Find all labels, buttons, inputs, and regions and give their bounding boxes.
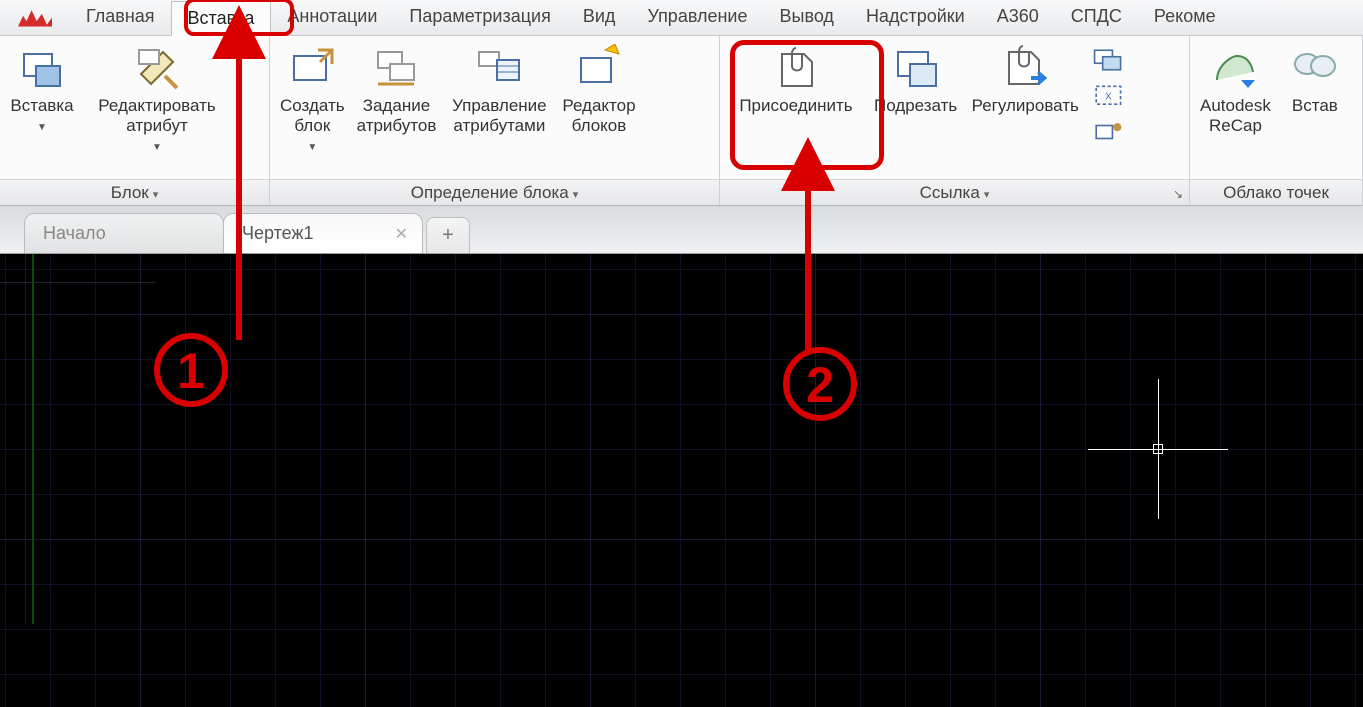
tab-spds[interactable]: СПДС xyxy=(1055,0,1138,35)
panel-blockdef: Создать блок ▼ Задание атрибутов Управле… xyxy=(270,36,720,205)
reference-dialog-launcher[interactable]: ↘ xyxy=(1173,187,1183,201)
snap-underlay-button[interactable] xyxy=(1089,116,1131,148)
panel-reference-title-label: Ссылка xyxy=(920,183,990,203)
tab-annotate[interactable]: Аннотации xyxy=(271,0,393,35)
reference-mini-buttons: X xyxy=(1089,42,1131,150)
tab-a360[interactable]: A360 xyxy=(981,0,1055,35)
panel-reference: Присоединить Подрезать Регулировать xyxy=(720,36,1190,205)
panel-pointcloud-title-label: Облако точек xyxy=(1223,183,1329,203)
pointcloud-insert-button[interactable]: Встав xyxy=(1279,42,1351,118)
edit-attribute-label: Редактировать атрибут xyxy=(98,96,215,136)
manage-attributes-label: Управление атрибутами xyxy=(452,96,547,136)
panel-pointcloud-title: Облако точек xyxy=(1190,179,1362,205)
insert-block-button[interactable]: Вставка ▼ xyxy=(6,42,78,140)
app-logo-icon xyxy=(18,9,52,27)
clip-icon xyxy=(892,44,940,92)
app-logo-slot xyxy=(0,0,70,35)
block-editor-icon xyxy=(575,44,623,92)
close-icon[interactable]: ✕ xyxy=(395,224,408,244)
panel-block: Вставка ▼ Редактировать атрибут ▼ Блок xyxy=(0,36,270,205)
recap-icon xyxy=(1211,44,1259,92)
adjust-icon xyxy=(1001,44,1049,92)
tab-insert[interactable]: Вставка xyxy=(171,1,272,36)
ucs-x-axis xyxy=(0,282,155,283)
pointcloud-insert-label: Встав xyxy=(1292,96,1338,116)
panel-block-title[interactable]: Блок xyxy=(0,179,269,205)
xref-frames-button[interactable]: X xyxy=(1089,80,1131,112)
tab-parametric[interactable]: Параметризация xyxy=(393,0,566,35)
create-block-button[interactable]: Создать блок ▼ xyxy=(276,42,349,160)
ucs-y-axis xyxy=(32,254,34,624)
new-tab-button[interactable]: + xyxy=(426,217,470,253)
tab-view[interactable]: Вид xyxy=(567,0,632,35)
doc-tab-drawing1[interactable]: Чертеж1 ✕ xyxy=(223,213,423,253)
tab-recommended[interactable]: Рекоме xyxy=(1138,0,1232,35)
tab-output[interactable]: Вывод xyxy=(764,0,850,35)
attach-label: Присоединить xyxy=(739,96,852,116)
edit-attribute-icon xyxy=(133,44,181,92)
pointcloud-insert-icon xyxy=(1291,44,1339,92)
dropdown-icon: ▼ xyxy=(307,138,317,158)
underlay-layers-button[interactable] xyxy=(1089,44,1131,76)
ribbon-tabstrip: Главная Вставка Аннотации Параметризация… xyxy=(0,0,1363,36)
manage-attributes-icon xyxy=(475,44,523,92)
clip-button[interactable]: Подрезать xyxy=(870,42,961,118)
insert-block-label: Вставка xyxy=(10,96,73,116)
block-editor-label: Редактор блоков xyxy=(562,96,635,136)
dropdown-icon: ▼ xyxy=(152,138,162,158)
recap-label: Autodesk ReCap xyxy=(1200,96,1271,136)
svg-text:X: X xyxy=(1105,91,1112,102)
panel-pointcloud: Autodesk ReCap Встав Облако точек xyxy=(1190,36,1363,205)
doc-tab-drawing1-label: Чертеж1 xyxy=(242,223,314,244)
attach-icon xyxy=(772,44,820,92)
define-attributes-label: Задание атрибутов xyxy=(357,96,437,136)
panel-reference-title[interactable]: Ссылка ↘ xyxy=(720,179,1189,205)
create-block-label: Создать блок xyxy=(280,96,345,136)
tab-home[interactable]: Главная xyxy=(70,0,171,35)
doc-tab-start-label: Начало xyxy=(43,223,106,244)
define-attributes-button[interactable]: Задание атрибутов xyxy=(353,42,441,138)
edit-attribute-button[interactable]: Редактировать атрибут ▼ xyxy=(82,42,232,160)
ucs-y-axis-shadow xyxy=(25,254,26,624)
recap-button[interactable]: Autodesk ReCap xyxy=(1196,42,1275,138)
panel-block-title-label: Блок xyxy=(111,183,159,203)
create-block-icon xyxy=(288,44,336,92)
clip-label: Подрезать xyxy=(874,96,957,116)
tab-addins[interactable]: Надстройки xyxy=(850,0,981,35)
dropdown-icon: ▼ xyxy=(37,118,47,138)
document-tab-bar: Начало Чертеж1 ✕ + xyxy=(0,206,1363,254)
panel-blockdef-title[interactable]: Определение блока xyxy=(270,179,719,205)
block-editor-button[interactable]: Редактор блоков xyxy=(558,42,639,138)
drawing-area[interactable] xyxy=(0,254,1363,707)
panel-blockdef-title-label: Определение блока xyxy=(411,183,579,203)
ribbon: Вставка ▼ Редактировать атрибут ▼ Блок С… xyxy=(0,36,1363,206)
insert-block-icon xyxy=(18,44,66,92)
adjust-button[interactable]: Регулировать xyxy=(965,42,1085,118)
tab-manage[interactable]: Управление xyxy=(631,0,763,35)
doc-tab-start[interactable]: Начало xyxy=(24,213,224,253)
adjust-label: Регулировать xyxy=(972,96,1079,116)
manage-attributes-button[interactable]: Управление атрибутами xyxy=(444,42,554,138)
define-attributes-icon xyxy=(372,44,420,92)
attach-button[interactable]: Присоединить xyxy=(726,42,866,118)
pickbox-cursor xyxy=(1153,444,1163,454)
